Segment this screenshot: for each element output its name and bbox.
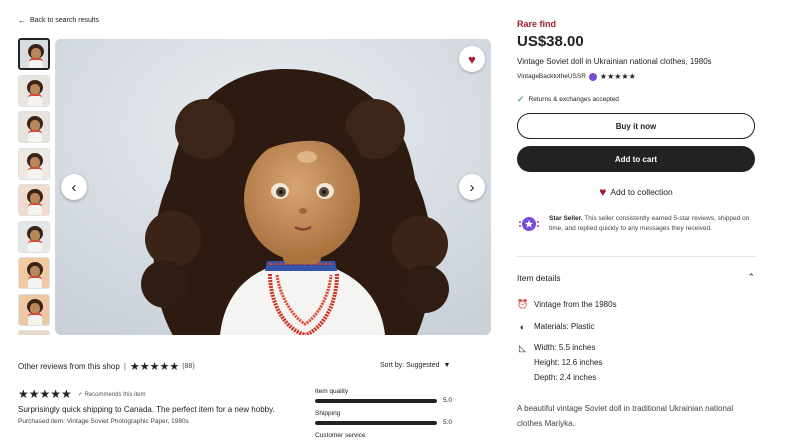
rating-row: Customer service [315, 432, 460, 439]
rating-bar [315, 398, 437, 403]
materials-detail: Materials: Plastic [534, 322, 595, 331]
thumbnail-1[interactable] [18, 38, 50, 70]
rating-label: Customer service [315, 432, 366, 439]
previous-image-button[interactable]: ‹ [61, 174, 87, 200]
width-detail: Width: 5.5 inches [534, 343, 596, 352]
chevron-right-icon: › [469, 178, 475, 196]
arrow-left-icon: ← [18, 16, 26, 25]
depth-detail: Depth: 2.4 inches [534, 373, 597, 382]
shop-info: VintageBacktotheUSSR ★★★★★ [517, 72, 636, 81]
returns-info: ✓ Returns & exchanges accepted [517, 94, 619, 105]
reviews-heading: Other reviews from this shop [18, 362, 120, 371]
rating-bar-fill [315, 398, 437, 403]
star-seller-text: Star Seller. This seller consistently ea… [549, 214, 757, 234]
heart-icon: ♥ [599, 185, 607, 199]
alarm-clock-icon: ⏰ [517, 299, 529, 309]
purchased-item: Purchased item: Vintage Soviet Photograp… [18, 418, 189, 425]
thumbnail-9[interactable] [18, 330, 50, 335]
star-seller-title: Star Seller. [549, 215, 583, 222]
thumbnail-doll-body [28, 93, 42, 106]
checkmark-icon: ✓ [517, 94, 525, 104]
returns-label: Returns & exchanges accepted [528, 96, 619, 103]
thumbnail-doll-face [30, 302, 40, 314]
product-title: Vintage Soviet doll in Ukrainian nationa… [517, 57, 712, 66]
materials-icon: ◐ [519, 321, 526, 332]
rating-value: 5.0 [443, 419, 453, 426]
thumbnail-7[interactable] [18, 257, 50, 289]
doll-photo [55, 39, 491, 335]
shop-name-link[interactable]: VintageBacktotheUSSR [517, 73, 586, 80]
star-seller-badge-icon [588, 72, 597, 81]
caret-down-icon: ▼ [443, 362, 451, 369]
rating-label: Shipping [315, 410, 341, 417]
star-seller-info: Star Seller. This seller consistently ea… [517, 214, 757, 234]
back-to-search-link[interactable]: ← Back to search results [18, 16, 99, 25]
thumbnail-strip [18, 38, 52, 335]
thumbnail-doll-body [28, 203, 42, 215]
thumbnail-doll-face [30, 229, 40, 241]
divider-bar: | [123, 362, 126, 371]
review-text: Surprisingly quick shipping to Canada. T… [18, 405, 275, 414]
thumbnail-6[interactable] [18, 220, 50, 253]
thumbnail-doll-face [30, 83, 40, 95]
rare-find-badge: Rare find [517, 19, 557, 29]
thumbnail-doll-body [28, 239, 42, 252]
product-price: US$38.00 [517, 33, 584, 50]
item-description: A beautiful vintage Soviet doll in tradi… [517, 404, 734, 428]
rating-bar [315, 420, 437, 425]
thumbnail-2[interactable] [18, 74, 50, 107]
item-details-list: ⏰ Vintage from the 1980s ◐ Materials: Pl… [517, 299, 757, 388]
item-details-heading: Item details [517, 272, 561, 283]
thumbnail-doll-body [29, 58, 43, 68]
shop-stars: ★★★★★ [599, 72, 636, 81]
buy-now-button[interactable]: Buy it now [517, 113, 755, 139]
sort-label: Sort by: Suggested [380, 362, 440, 369]
chevron-up-icon: ⌃ [747, 272, 755, 282]
thumbnail-doll-body [28, 166, 42, 179]
height-detail: Height: 12.6 inches [534, 358, 603, 367]
thumbnail-doll-body [28, 312, 42, 325]
review-item: ★★★★★ ✓ Recommends this item Surprisingl… [18, 387, 308, 425]
review-stars: ★★★★★ [18, 387, 72, 401]
thumbnail-3[interactable] [18, 111, 50, 143]
thumbnail-4[interactable] [18, 147, 50, 180]
star-seller-icon [517, 214, 541, 234]
shop-rating-stars: ★★★★★ [129, 361, 180, 373]
rating-value: 5.0 [443, 397, 453, 404]
rating-breakdown: Item quality 5.0 Shipping 5.0 Customer servi… [315, 388, 460, 443]
sort-dropdown[interactable]: Sort by: Suggested ▼ [380, 362, 450, 369]
add-to-collection-label: Add to collection [610, 187, 673, 197]
ruler-icon: ◺ [519, 343, 526, 353]
origin-detail: Vintage from the 1980s [534, 300, 617, 309]
rating-label: Item quality [315, 388, 349, 395]
add-to-collection-button[interactable]: ♥ Add to collection [517, 185, 755, 199]
section-divider [517, 256, 757, 257]
thumbnail-doll-body [28, 276, 42, 288]
rating-row: Shipping 5.0 [315, 410, 460, 426]
back-link-label: Back to search results [30, 17, 99, 24]
chevron-left-icon: ‹ [71, 178, 77, 196]
recommends-label: Recommends this item [84, 391, 146, 398]
thumbnail-8[interactable] [18, 293, 50, 326]
rating-bar-fill [315, 420, 437, 425]
thumbnail-doll-body [28, 130, 42, 142]
item-details-toggle[interactable]: Item details ⌃ [517, 272, 755, 283]
next-image-button[interactable]: › [459, 174, 485, 200]
rating-row: Item quality 5.0 [315, 388, 460, 404]
add-to-cart-button[interactable]: Add to cart [517, 146, 755, 172]
thumbnail-doll-face [30, 156, 40, 168]
heart-icon: ♥ [468, 51, 476, 67]
main-product-image[interactable]: ♥ ‹ › [55, 39, 491, 335]
favorite-button[interactable]: ♥ [459, 46, 485, 72]
review-count: (88) [182, 363, 195, 370]
recommends-badge: ✓ Recommends this item [77, 391, 146, 398]
thumbnail-5[interactable] [18, 184, 50, 216]
